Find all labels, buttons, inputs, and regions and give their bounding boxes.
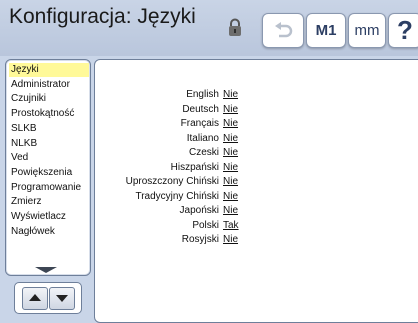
language-name: Uproszczony Chiński xyxy=(125,176,219,187)
m1-button[interactable]: M1 xyxy=(306,13,346,48)
arrow-down-icon xyxy=(56,295,68,302)
menu-item[interactable]: NLKB xyxy=(9,137,107,151)
language-name: Deutsch xyxy=(182,103,219,115)
menu-item[interactable]: Prostokątność xyxy=(9,107,107,121)
scroll-up-button[interactable] xyxy=(22,287,48,310)
language-toggle[interactable]: Nie xyxy=(223,175,238,189)
menu-item[interactable]: Powiększenia xyxy=(9,166,107,180)
menu-item[interactable]: Wyświetlacz xyxy=(9,210,107,224)
language-toggle[interactable]: Nie xyxy=(223,103,238,117)
menu-item[interactable]: Ved xyxy=(9,151,107,165)
language-name: Français xyxy=(180,118,219,129)
language-name: Czeski xyxy=(188,147,219,158)
language-toggle[interactable]: Nie xyxy=(223,132,238,146)
language-toggle[interactable]: Nie xyxy=(223,146,238,160)
settings-menu: Języki Administrator Czujniki Prostokątność… xyxy=(5,59,91,276)
language-name: Hiszpański xyxy=(170,161,219,173)
language-toggle[interactable]: Tak xyxy=(223,219,239,233)
header-bar: Konfiguracja: Języki M1 mm ? xyxy=(0,0,418,56)
menu-item[interactable]: Zmierz xyxy=(9,195,107,209)
language-toggle[interactable]: Nie xyxy=(223,88,238,102)
triangle-down-icon xyxy=(35,267,57,273)
menu-item[interactable]: Administrator xyxy=(9,78,107,92)
undo-button[interactable] xyxy=(262,13,304,48)
language-toggle[interactable]: Nie xyxy=(223,204,238,218)
language-toggle[interactable]: Nie xyxy=(223,161,238,175)
menu-item[interactable]: Programowanie xyxy=(9,181,107,195)
menu-item[interactable]: Czujniki xyxy=(9,92,107,106)
language-name: Tradycyjny Chiński xyxy=(135,190,219,202)
unit-mm-button[interactable]: mm xyxy=(348,13,386,48)
page-title: Konfiguracja: Języki xyxy=(9,5,196,28)
language-name: English xyxy=(186,89,219,100)
arrow-up-icon xyxy=(29,294,41,301)
help-button[interactable]: ? xyxy=(388,13,418,48)
lock-icon xyxy=(229,18,241,36)
language-name: Polski xyxy=(192,219,219,231)
menu-item[interactable]: Nagłówek xyxy=(9,225,107,239)
language-name: Japoński xyxy=(179,205,219,216)
menu-item[interactable]: SLKB xyxy=(9,122,107,136)
scroll-down-button[interactable] xyxy=(49,287,75,310)
menu-item[interactable]: Języki xyxy=(9,63,89,77)
language-toggle[interactable]: Nie xyxy=(223,233,238,247)
menu-scroll-controls xyxy=(14,282,82,314)
undo-arrow-icon xyxy=(275,21,293,37)
language-toggle[interactable]: Nie xyxy=(223,190,238,204)
language-name: Rosyjski xyxy=(181,234,219,245)
languages-panel: English Nie Deutsch Nie Français Nie Italiano N… xyxy=(94,59,418,323)
language-toggle[interactable]: Nie xyxy=(223,117,238,131)
language-name: Italiano xyxy=(186,132,219,144)
